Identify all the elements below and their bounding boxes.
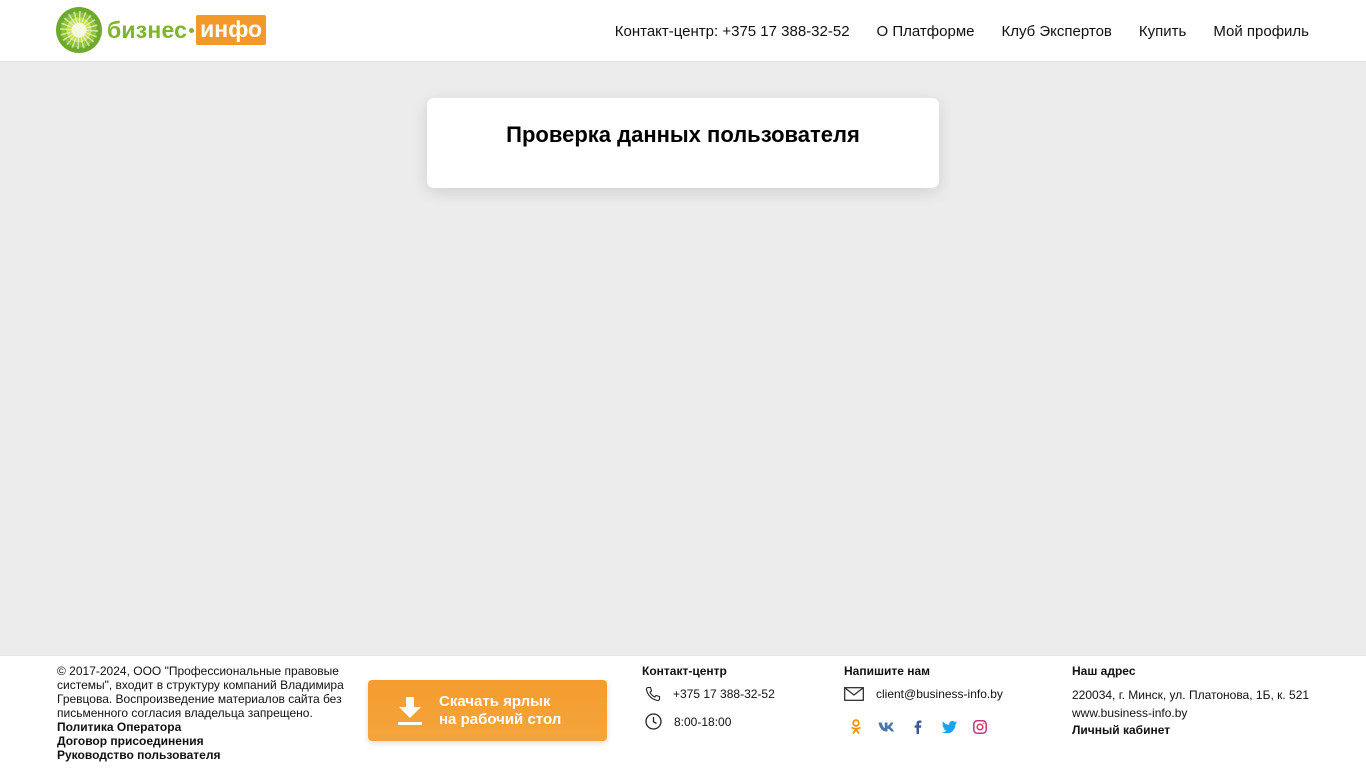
nav-buy[interactable]: Купить [1139, 23, 1186, 40]
facebook-icon[interactable] [909, 718, 927, 736]
website-link[interactable]: www.business-info.by [1072, 706, 1187, 720]
instagram-icon[interactable] [971, 718, 989, 736]
logo-sun-icon [56, 7, 102, 53]
download-icon [398, 697, 422, 725]
personal-cabinet-link[interactable]: Личный кабинет [1072, 723, 1170, 737]
contact-hours: 8:00-18:00 [674, 714, 732, 729]
nav-experts-club[interactable]: Клуб Экспертов [1001, 23, 1111, 40]
nav-about-platform[interactable]: О Платформе [877, 23, 975, 40]
twitter-icon[interactable] [940, 718, 958, 736]
logo-word-business: бизнес [107, 16, 188, 43]
contact-hours-row: 8:00-18:00 [645, 713, 731, 730]
contact-email: client@business-info.by [876, 687, 1003, 701]
site-footer: © 2017-2024, ООО "Профессиональные право… [0, 655, 1366, 768]
site-header: бизнес инфо Контакт-центр: +375 17 388-3… [0, 0, 1366, 62]
download-label-line1: Скачать ярлык [439, 693, 551, 710]
contact-phone: +375 17 388-32-52 [673, 687, 775, 701]
email-row[interactable]: client@business-info.by [844, 687, 1003, 701]
odnoklassniki-icon[interactable] [847, 718, 865, 736]
accession-agreement-link[interactable]: Договор присоединения [57, 734, 220, 748]
mail-icon [844, 687, 864, 701]
user-verification-card: Проверка данных пользователя [427, 98, 939, 188]
vk-icon[interactable] [878, 718, 896, 736]
download-button-label: Скачать ярлык на рабочий стол [439, 693, 561, 729]
logo-word-info: инфо [196, 15, 267, 45]
social-links [847, 718, 1002, 736]
operator-policy-link[interactable]: Политика Оператора [57, 720, 220, 734]
logo-dot [189, 27, 195, 33]
clock-icon [645, 713, 662, 730]
nav-contact-center[interactable]: Контакт-центр: +375 17 388-32-52 [615, 23, 850, 40]
download-shortcut-button[interactable]: Скачать ярлык на рабочий стол [368, 680, 607, 741]
nav-my-profile[interactable]: Мой профиль [1213, 23, 1309, 40]
page-title: Проверка данных пользователя [506, 122, 860, 147]
footer-links: Политика Оператора Договор присоединения… [57, 720, 220, 762]
address-line: 220034, г. Минск, ул. Платонова, 1Б, к. … [1072, 688, 1310, 702]
copyright-text: © 2017-2024, ООО "Профессиональные право… [57, 664, 344, 720]
main-nav: Контакт-центр: +375 17 388-32-52 О Платф… [615, 0, 1309, 62]
contact-center-heading: Контакт-центр [642, 664, 727, 678]
address-heading: Наш адрес [1072, 664, 1136, 678]
download-label-line2: на рабочий стол [439, 711, 562, 728]
user-guide-link[interactable]: Руководство пользователя [57, 748, 220, 762]
contact-phone-row[interactable]: +375 17 388-32-52 [645, 686, 775, 702]
phone-icon [645, 686, 661, 702]
logo[interactable]: бизнес инфо [56, 7, 267, 53]
write-us-heading: Напишите нам [844, 664, 931, 678]
